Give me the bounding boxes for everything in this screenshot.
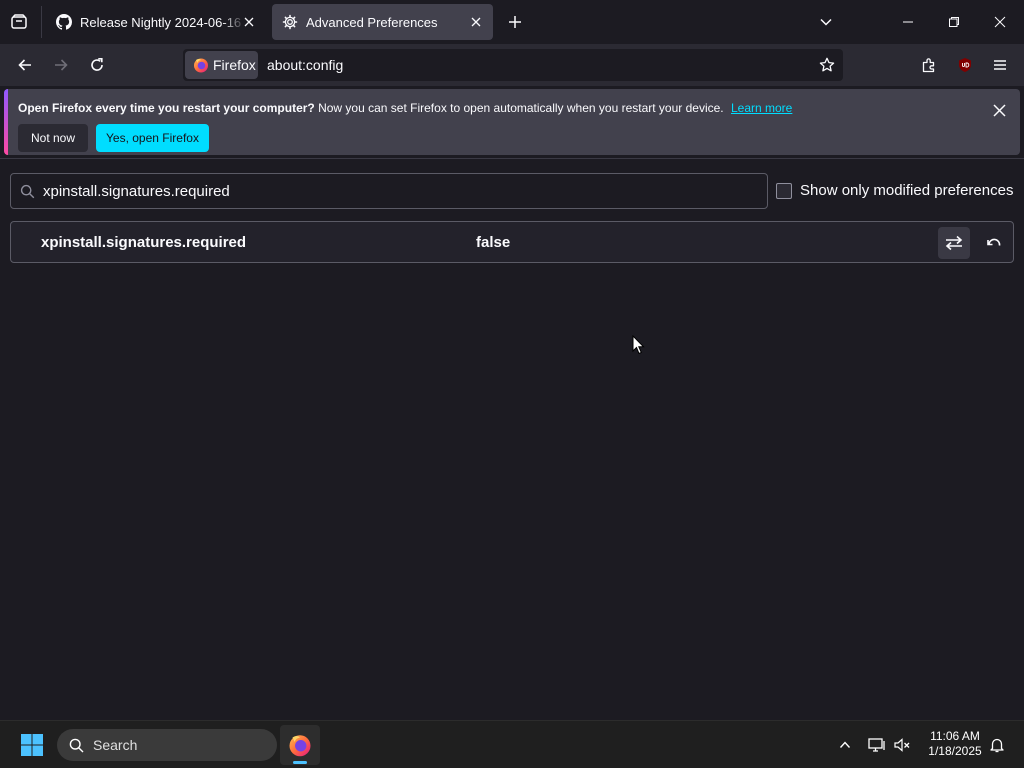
- tab-title: Release Nightly 2024-06-16 · rufus: [80, 14, 246, 30]
- preference-name: xpinstall.signatures.required: [41, 234, 247, 251]
- search-icon: [20, 184, 35, 199]
- windows-logo-icon: [21, 734, 43, 756]
- network-button[interactable]: [865, 733, 889, 757]
- show-modified-label[interactable]: Show only modified preferences: [800, 182, 1013, 199]
- taskbar-firefox-app[interactable]: [280, 725, 320, 765]
- minimize-icon: [903, 21, 913, 23]
- taskbar-search-box[interactable]: Search: [57, 729, 277, 761]
- back-button[interactable]: [12, 52, 38, 78]
- new-tab-button[interactable]: [503, 10, 527, 34]
- restore-button[interactable]: [942, 10, 966, 34]
- tab-divider: [41, 6, 42, 38]
- ublock-origin-button[interactable]: [952, 52, 978, 78]
- arrow-right-icon: [55, 59, 68, 71]
- firefox-logo-icon: [289, 735, 311, 757]
- tab-close-button[interactable]: [467, 13, 485, 31]
- close-icon: [992, 103, 1006, 117]
- undo-icon: [987, 238, 1001, 246]
- learn-more-link[interactable]: Learn more: [731, 101, 792, 115]
- taskbar: Search 11:06 AM 1/18/2025: [0, 720, 1024, 768]
- puzzle-piece-icon: [922, 58, 935, 73]
- notification-message: Open Firefox every time you restart your…: [18, 101, 792, 115]
- tab-strip: Release Nightly 2024-06-16 · rufus Advan…: [0, 0, 1024, 44]
- notification-accent-stripe: [4, 89, 8, 155]
- bell-icon: [990, 738, 1004, 753]
- search-icon: [69, 738, 84, 753]
- clock-time: 11:06 AM: [930, 729, 980, 743]
- hamburger-menu-icon: [994, 60, 1006, 70]
- reload-icon: [91, 58, 103, 71]
- toolbar-divider: [0, 158, 1024, 159]
- minimize-button[interactable]: [896, 10, 920, 34]
- plus-icon: [509, 16, 521, 28]
- notification-close-button[interactable]: [987, 98, 1011, 122]
- close-icon: [994, 16, 1006, 28]
- tab-release-nightly[interactable]: Release Nightly 2024-06-16 · rufus: [46, 4, 266, 40]
- speaker-muted-icon: [894, 738, 910, 752]
- notification-text: Now you can set Firefox to open automati…: [318, 101, 724, 115]
- running-indicator: [293, 761, 307, 764]
- mouse-cursor-icon: [632, 335, 645, 355]
- search-input[interactable]: xpinstall.signatures.required: [43, 183, 230, 200]
- network-icon: [868, 738, 885, 752]
- toggle-arrows-icon: [945, 235, 963, 251]
- tab-advanced-preferences[interactable]: Advanced Preferences: [272, 4, 493, 40]
- url-text[interactable]: about:config: [267, 57, 343, 73]
- reload-button[interactable]: [84, 52, 110, 78]
- arrow-left-icon: [18, 59, 31, 71]
- volume-button[interactable]: [890, 733, 914, 757]
- taskbar-clock[interactable]: 11:06 AM 1/18/2025: [922, 729, 988, 759]
- reset-button[interactable]: [978, 227, 1010, 259]
- list-all-tabs-button[interactable]: [814, 10, 838, 34]
- close-icon: [471, 17, 481, 27]
- show-modified-checkbox[interactable]: [776, 183, 792, 199]
- bookmark-star-button[interactable]: [815, 53, 839, 77]
- notification-title: Open Firefox every time you restart your…: [18, 101, 315, 115]
- chevron-down-icon: [820, 18, 832, 26]
- firefox-view-icon: [11, 14, 27, 29]
- identity-label: Firefox: [213, 57, 256, 73]
- notifications-button[interactable]: [985, 733, 1009, 757]
- toggle-button[interactable]: [938, 227, 970, 259]
- preference-search-box[interactable]: xpinstall.signatures.required: [10, 173, 768, 209]
- firefox-logo-icon: [194, 58, 208, 73]
- start-button[interactable]: [14, 729, 50, 761]
- show-hidden-icons-button[interactable]: [834, 733, 856, 757]
- github-icon: [56, 14, 72, 30]
- firefox-view-button[interactable]: [8, 11, 30, 33]
- tab-close-button[interactable]: [240, 13, 258, 31]
- yes-open-firefox-button[interactable]: Yes, open Firefox: [96, 124, 209, 152]
- identity-box[interactable]: Firefox: [185, 51, 258, 79]
- chevron-up-icon: [839, 741, 851, 748]
- preference-value: false: [476, 234, 511, 251]
- preference-row[interactable]: xpinstall.signatures.required false: [10, 221, 1014, 263]
- close-icon: [244, 17, 254, 27]
- forward-button[interactable]: [48, 52, 74, 78]
- not-now-button[interactable]: Not now: [18, 124, 88, 152]
- gear-icon: [282, 14, 298, 30]
- window-close-button[interactable]: [988, 10, 1012, 34]
- nav-toolbar: Firefox about:config: [0, 44, 1024, 86]
- clock-date: 1/18/2025: [928, 744, 982, 758]
- notification-bar: Open Firefox every time you restart your…: [4, 89, 1020, 155]
- star-icon: [819, 57, 835, 72]
- tab-title: Advanced Preferences: [306, 14, 438, 30]
- restore-icon: [949, 17, 959, 27]
- url-bar[interactable]: Firefox about:config: [183, 49, 843, 81]
- app-menu-button[interactable]: [987, 52, 1013, 78]
- extensions-button[interactable]: [916, 52, 942, 78]
- ublock-origin-icon: [959, 58, 971, 72]
- taskbar-search-label: Search: [93, 737, 138, 753]
